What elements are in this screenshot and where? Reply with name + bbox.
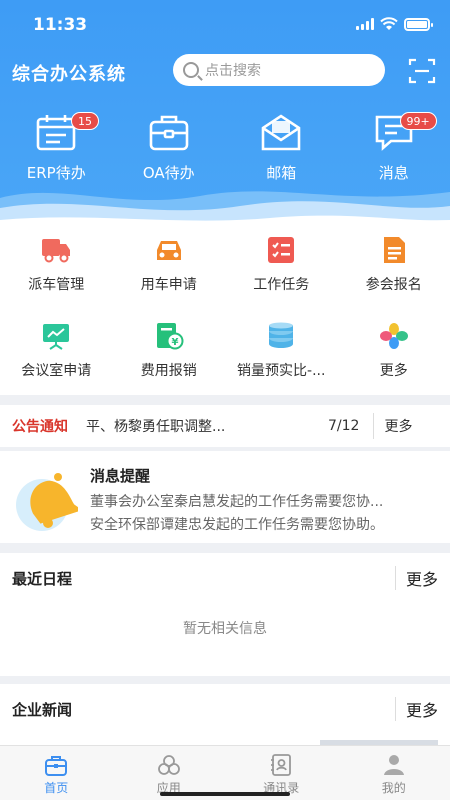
- briefcase-icon: [149, 115, 189, 151]
- search-bar[interactable]: 点击搜索: [173, 54, 385, 86]
- app-title: 综合办公系统: [12, 64, 126, 85]
- message-badge: 99+: [399, 112, 437, 130]
- section-title: 企业新闻: [12, 700, 73, 719]
- presentation-icon: [43, 324, 70, 350]
- truck-icon: [42, 239, 71, 263]
- more-label: 更多: [405, 570, 438, 589]
- user-icon: [383, 755, 404, 775]
- erp-badge: 15: [71, 112, 99, 130]
- apps-icon: [157, 755, 180, 775]
- document-icon: [383, 237, 405, 263]
- notice-page-indicator: 7/12: [328, 418, 360, 434]
- battery-icon: [404, 17, 433, 31]
- tab-label: 我的: [381, 781, 406, 795]
- tab-home[interactable]: 首页: [0, 746, 113, 800]
- section-header: 最近日程 更多: [0, 553, 450, 603]
- scan-icon[interactable]: [408, 57, 436, 85]
- home-icon: [45, 756, 68, 776]
- notice-text[interactable]: 平、杨黎勇任职调整...: [86, 416, 314, 436]
- schedule-more-link[interactable]: 更多: [394, 553, 438, 603]
- app-grid: 派车管理 用车申请 工作任务 参会报名 会议室申请 ¥ 费用报销 销量预实比-.…: [0, 222, 450, 395]
- status-time: 11:33: [33, 15, 88, 35]
- more-apps-icon: [379, 323, 408, 349]
- grid-item-expense[interactable]: ¥ 费用报销: [113, 322, 226, 380]
- message-item[interactable]: 董事会办公室秦启慧发起的工作任务需要您协...: [90, 491, 420, 511]
- home-indicator: [160, 792, 290, 796]
- wifi-icon: [380, 17, 398, 30]
- message-reminder-card[interactable]: 消息提醒 董事会办公室秦启慧发起的工作任务需要您协... 安全环保部谭建忠发起的…: [0, 451, 450, 543]
- notice-bar[interactable]: 公告通知 平、杨黎勇任职调整... 7/12 更多: [0, 405, 450, 447]
- mailbox-icon: [261, 114, 301, 151]
- section-header: 企业新闻 更多: [0, 684, 450, 734]
- notice-tag: 公告通知: [12, 419, 68, 435]
- yuan-receipt-icon: ¥: [156, 323, 184, 350]
- car-icon: [156, 241, 181, 260]
- search-placeholder: 点击搜索: [205, 63, 261, 79]
- grid-label: 更多: [379, 363, 408, 379]
- tab-me[interactable]: 我的: [338, 746, 450, 800]
- news-section: 企业新闻 更多: [0, 684, 450, 746]
- grid-item-work-task[interactable]: 工作任务: [225, 236, 338, 294]
- svg-text:¥: ¥: [171, 337, 178, 348]
- status-bar: 11:33: [0, 0, 450, 50]
- divider: [373, 413, 375, 439]
- bell-icon: [16, 473, 78, 531]
- grid-item-car-apply[interactable]: 用车申请: [113, 236, 226, 294]
- status-icons: [356, 17, 433, 31]
- header: 11:33 综合办公系统 点击搜索 15 ERP待办 OA待办 邮箱 99+ 消…: [0, 0, 450, 222]
- header-wave: [0, 191, 450, 222]
- empty-state: 暂无相关信息: [183, 621, 267, 637]
- message-item[interactable]: 安全环保部谭建忠发起的工作任务需要您协助。: [90, 514, 420, 534]
- signal-icon: [356, 18, 374, 30]
- checklist-icon: [268, 237, 295, 263]
- schedule-section: 最近日程 更多 暂无相关信息: [0, 553, 450, 676]
- section-title: 最近日程: [12, 569, 73, 588]
- coins-icon: [269, 322, 294, 348]
- search-icon: [183, 62, 199, 78]
- grid-item-room-apply[interactable]: 会议室申请: [0, 322, 113, 380]
- grid-label: 销量预实比-...: [237, 363, 326, 379]
- news-more-link[interactable]: 更多: [394, 684, 438, 734]
- tab-label: 首页: [44, 781, 69, 795]
- grid-item-more[interactable]: 更多: [338, 322, 450, 380]
- notice-more-link[interactable]: 更多: [384, 416, 412, 436]
- grid-label: 派车管理: [28, 277, 85, 293]
- grid-label: 会议室申请: [21, 363, 92, 379]
- contacts-icon: [271, 754, 292, 776]
- more-label: 更多: [405, 701, 438, 720]
- grid-label: 费用报销: [140, 363, 197, 379]
- grid-item-meeting-signup[interactable]: 参会报名: [338, 236, 450, 294]
- grid-label: 用车申请: [140, 277, 197, 293]
- grid-label: 工作任务: [253, 277, 310, 293]
- grid-item-dispatch[interactable]: 派车管理: [0, 236, 113, 294]
- grid-item-sales-ratio[interactable]: 销量预实比-...: [225, 322, 338, 380]
- message-title: 消息提醒: [90, 467, 151, 485]
- grid-label: 参会报名: [365, 277, 422, 293]
